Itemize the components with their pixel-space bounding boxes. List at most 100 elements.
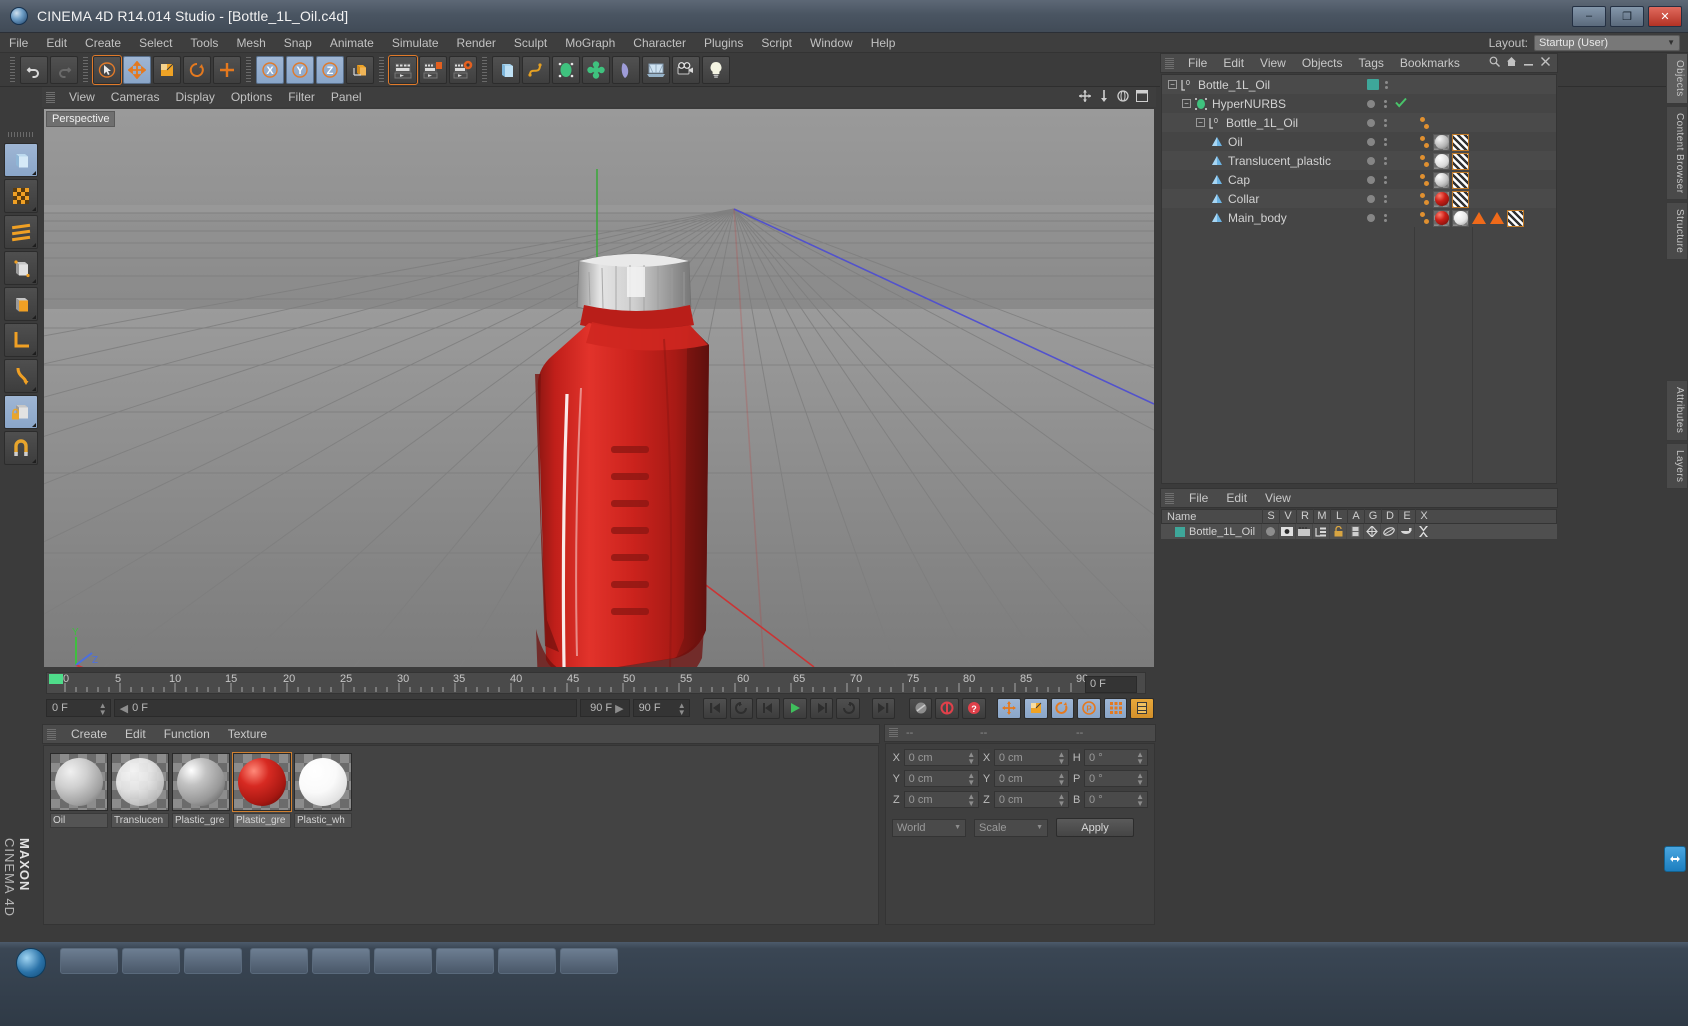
visibility-dots-icon[interactable]: [1384, 194, 1387, 203]
visibility-dot[interactable]: [1367, 194, 1375, 203]
visibility-dots-icon[interactable]: [1384, 156, 1387, 165]
material-item-plastic-white[interactable]: Plastic_wh: [294, 753, 352, 828]
layer-cell-manager[interactable]: [1312, 524, 1329, 539]
uvw-tag-icon[interactable]: [1507, 209, 1524, 227]
spinner-icon[interactable]: ▲ ▼: [967, 772, 975, 787]
maximize-button[interactable]: ❐: [1610, 5, 1644, 27]
scale-tool-button[interactable]: [153, 55, 181, 84]
tab-structure[interactable]: Structure: [1666, 202, 1688, 261]
pan-icon[interactable]: [1079, 89, 1091, 105]
lock-y-button[interactable]: Y: [286, 55, 314, 84]
material-name-label[interactable]: Plastic_gre: [233, 813, 291, 828]
redo-button[interactable]: [50, 55, 78, 84]
layer-menu-file[interactable]: File: [1180, 488, 1217, 508]
material-tag-icon[interactable]: [1433, 133, 1450, 151]
taskbar-item-8[interactable]: [498, 948, 556, 974]
lock-axis-button[interactable]: [4, 395, 38, 429]
position-x-input[interactable]: 0 cm ▲ ▼: [903, 749, 980, 766]
material-tag-icon-2[interactable]: [1452, 209, 1469, 227]
workplane-button[interactable]: [4, 323, 38, 357]
layer-cell-deformer[interactable]: [1380, 524, 1397, 539]
close-button[interactable]: ✕: [1648, 5, 1682, 27]
enable-axis-button[interactable]: [4, 359, 38, 393]
render-settings-button[interactable]: [449, 55, 477, 84]
tab-layers[interactable]: Layers: [1666, 442, 1688, 490]
menu-item-character[interactable]: Character: [624, 33, 695, 53]
layer-cell-xref[interactable]: [1414, 524, 1431, 539]
expander-toggle[interactable]: −: [1196, 118, 1205, 127]
visibility-dot[interactable]: [1367, 118, 1375, 127]
menu-item-plugins[interactable]: Plugins: [695, 33, 752, 53]
size-x-input[interactable]: 0 cm ▲ ▼: [993, 749, 1070, 766]
maximize-view-icon[interactable]: [1136, 89, 1148, 105]
material-tag-icon[interactable]: [1433, 209, 1450, 227]
spinner-icon[interactable]: ▲ ▼: [1057, 751, 1065, 766]
layer-col-l[interactable]: L: [1330, 509, 1347, 524]
keyframe-dots-icon[interactable]: [1420, 193, 1429, 205]
material-thumbnail[interactable]: [294, 753, 352, 811]
layer-cell-visible[interactable]: [1278, 524, 1295, 539]
menu-item-edit[interactable]: Edit: [37, 33, 76, 53]
enabled-check-icon[interactable]: [1395, 97, 1407, 111]
rotation-h-input[interactable]: 0 ° ▲ ▼: [1084, 749, 1148, 766]
visibility-dot[interactable]: [1367, 137, 1375, 146]
coordinate-grip[interactable]: [889, 728, 898, 738]
pla-key-button[interactable]: P: [1077, 697, 1101, 719]
layer-cell-render[interactable]: [1295, 524, 1312, 539]
visibility-dot[interactable]: [1367, 99, 1375, 108]
edges-mode-button[interactable]: [4, 251, 38, 285]
menu-item-animate[interactable]: Animate: [321, 33, 383, 53]
material-name-label[interactable]: Translucen: [111, 813, 169, 828]
play-forwards-loop-button[interactable]: [836, 697, 860, 719]
taskbar-item-1[interactable]: [60, 948, 118, 974]
visibility-dots-icon[interactable]: [1384, 175, 1387, 184]
keyframe-dots-icon[interactable]: [1420, 212, 1429, 224]
render-view-button[interactable]: [388, 54, 418, 85]
add-camera-button[interactable]: [672, 55, 700, 84]
size-y-input[interactable]: 0 cm ▲ ▼: [993, 770, 1070, 787]
menu-item-script[interactable]: Script: [752, 33, 801, 53]
taskbar-start-button[interactable]: [16, 948, 46, 978]
viewport-menu-view[interactable]: View: [61, 87, 103, 107]
model-mode-button[interactable]: [4, 143, 38, 177]
object-menu-bookmarks[interactable]: Bookmarks: [1392, 53, 1468, 73]
layer-col-g[interactable]: G: [1364, 509, 1381, 524]
toolbar-grip-3[interactable]: [246, 56, 251, 83]
uvw-tag-icon[interactable]: [1452, 133, 1469, 151]
menu-item-select[interactable]: Select: [130, 33, 181, 53]
menu-item-create[interactable]: Create: [76, 33, 130, 53]
step-forward-button[interactable]: [809, 697, 834, 719]
layer-col-s[interactable]: S: [1262, 509, 1279, 524]
spinner-icon[interactable]: ▲ ▼: [967, 793, 975, 808]
visibility-dots-icon[interactable]: [1384, 118, 1387, 127]
visibility-dot[interactable]: [1367, 213, 1375, 222]
scale-key-button[interactable]: [1023, 697, 1048, 719]
snap-button[interactable]: [4, 431, 38, 465]
spinner-icon[interactable]: ▲ ▼: [1057, 772, 1065, 787]
object-row-collar[interactable]: Collar: [1162, 189, 1556, 208]
lock-z-button[interactable]: Z: [316, 55, 344, 84]
layer-menu-grip[interactable]: [1165, 492, 1174, 504]
rotate-tool-button[interactable]: [183, 55, 211, 84]
autokeying-button[interactable]: [935, 697, 959, 719]
timeline-frame-field[interactable]: 0 F: [1085, 676, 1137, 693]
spinner-icon[interactable]: ▲ ▼: [1136, 751, 1144, 766]
material-menu-create[interactable]: Create: [62, 724, 116, 744]
preview-range-min[interactable]: ◀ 0 F: [113, 699, 577, 717]
close-icon[interactable]: [1540, 56, 1551, 70]
material-thumbnail[interactable]: [172, 753, 230, 811]
selection-tag-icon-2[interactable]: [1490, 212, 1504, 224]
uvw-tag-icon[interactable]: [1452, 171, 1469, 189]
menu-item-simulate[interactable]: Simulate: [383, 33, 448, 53]
minimize-button[interactable]: –: [1572, 5, 1606, 27]
visibility-dot[interactable]: [1367, 156, 1375, 165]
spinner-icon[interactable]: ▲ ▼: [1136, 793, 1144, 808]
keying-mode-button[interactable]: [1130, 697, 1154, 719]
preview-range-max[interactable]: 90 F ▶: [579, 699, 630, 717]
spinner-icon[interactable]: ▲ ▼: [967, 751, 975, 766]
taskbar-item-6[interactable]: [374, 948, 432, 974]
go-to-start-button[interactable]: [703, 697, 727, 719]
tab-objects[interactable]: Objects: [1666, 53, 1688, 104]
end-frame-input[interactable]: 90 F ▲ ▼: [632, 699, 690, 717]
material-thumbnail[interactable]: [50, 753, 108, 811]
